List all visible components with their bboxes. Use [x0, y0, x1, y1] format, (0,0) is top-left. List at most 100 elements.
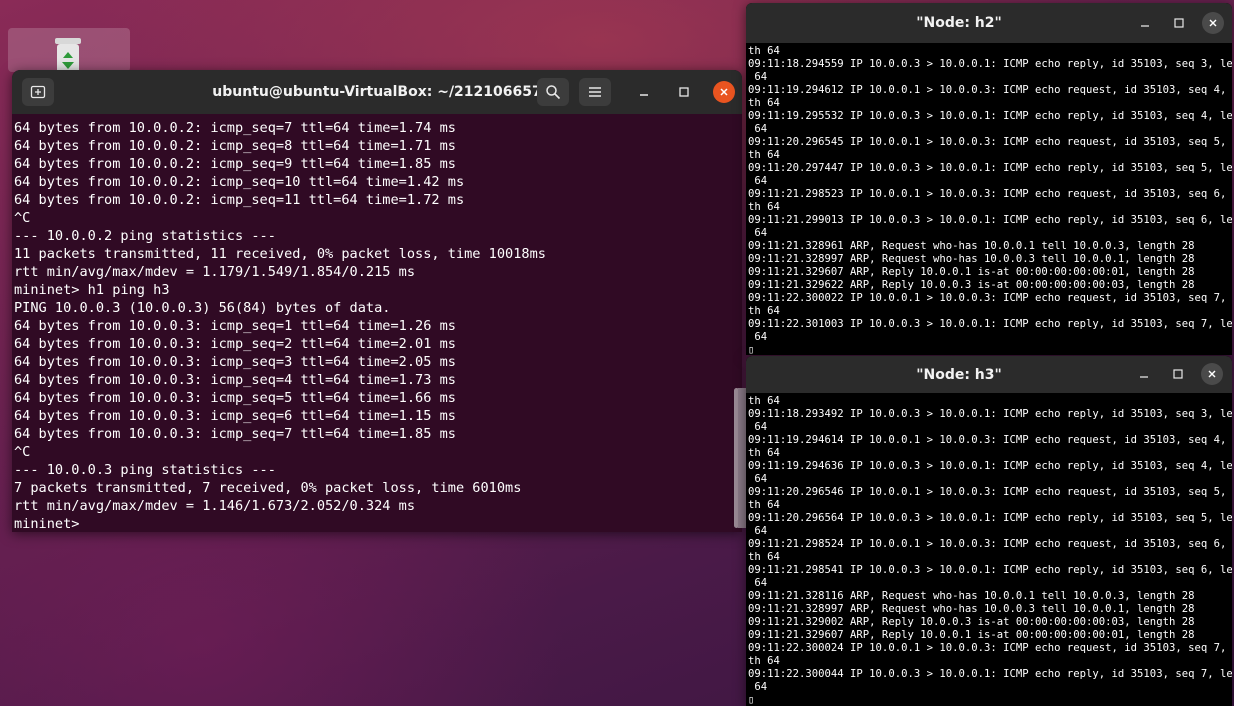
terminal-line: 09:11:21.328997 ARP, Request who-has 10.…: [748, 603, 1195, 615]
terminal-line: 09:11:21.329002 ARP, Reply 10.0.0.3 is-a…: [748, 616, 1195, 628]
node-h2-output[interactable]: th 64 09:11:18.294559 IP 10.0.0.3 > 10.0…: [748, 45, 1232, 355]
terminal-line: 09:11:19.294636 IP 10.0.0.3 > 10.0.0.1: …: [748, 460, 1232, 472]
terminal-line: th 64: [748, 305, 780, 317]
terminal-line: 09:11:19.294614 IP 10.0.0.1 > 10.0.0.3: …: [748, 434, 1232, 446]
terminal-line: ^C: [14, 444, 31, 460]
terminal-line: 64 bytes from 10.0.0.3: icmp_seq=7 ttl=6…: [14, 426, 456, 442]
maximize-button[interactable]: [673, 81, 695, 103]
terminal-line: 09:11:21.328116 ARP, Request who-has 10.…: [748, 590, 1195, 602]
close-icon: [1208, 370, 1216, 378]
desktop: ubuntu@ubuntu-VirtualBox: ~/212106657 64…: [0, 0, 1234, 706]
terminal-line: 64: [748, 123, 768, 135]
node-h3-minimize-button[interactable]: [1133, 363, 1155, 385]
new-tab-button[interactable]: [22, 78, 54, 106]
terminal-line: 09:11:21.298524 IP 10.0.0.1 > 10.0.0.3: …: [748, 538, 1232, 550]
terminal-line: 64 bytes from 10.0.0.3: icmp_seq=3 ttl=6…: [14, 354, 456, 370]
node-h3-maximize-button[interactable]: [1167, 363, 1189, 385]
terminal-line: th 64: [748, 45, 780, 57]
terminal-line: 09:11:22.300044 IP 10.0.0.3 > 10.0.0.1: …: [748, 668, 1232, 680]
terminal-line: 64: [748, 421, 768, 433]
minimize-icon: [1141, 25, 1149, 27]
maximize-icon: [1173, 369, 1183, 379]
terminal-line: 09:11:21.329622 ARP, Reply 10.0.0.3 is-a…: [748, 279, 1195, 291]
main-terminal-titlebar[interactable]: ubuntu@ubuntu-VirtualBox: ~/212106657: [12, 70, 742, 114]
terminal-line: th 64: [748, 447, 780, 459]
terminal-line: th 64: [748, 395, 780, 407]
terminal-line: 09:11:21.328961 ARP, Request who-has 10.…: [748, 240, 1195, 252]
terminal-line: th 64: [748, 97, 780, 109]
terminal-line: 64 bytes from 10.0.0.2: icmp_seq=7 ttl=6…: [14, 120, 456, 136]
main-terminal-window[interactable]: ubuntu@ubuntu-VirtualBox: ~/212106657 64…: [12, 70, 742, 532]
node-h3-title: "Node: h3": [916, 366, 1002, 383]
terminal-line: 09:11:21.329607 ARP, Reply 10.0.0.1 is-a…: [748, 266, 1195, 278]
hamburger-menu-icon: [589, 87, 601, 97]
terminal-line: 09:11:21.298541 IP 10.0.0.3 > 10.0.0.1: …: [748, 564, 1232, 576]
terminal-line: 64: [748, 71, 768, 83]
close-icon: [720, 88, 728, 96]
node-h3-close-button[interactable]: [1201, 363, 1223, 385]
node-h2-titlebar[interactable]: "Node: h2": [746, 3, 1232, 43]
terminal-line: 09:11:19.295532 IP 10.0.0.3 > 10.0.0.1: …: [748, 110, 1232, 122]
terminal-line: 64 bytes from 10.0.0.3: icmp_seq=1 ttl=6…: [14, 318, 456, 334]
maximize-icon: [1174, 18, 1184, 28]
terminal-line: ^C: [14, 210, 31, 226]
terminal-line: 64: [748, 331, 768, 343]
minimize-icon: [640, 94, 648, 96]
terminal-line: 09:11:22.300024 IP 10.0.0.1 > 10.0.0.3: …: [748, 642, 1232, 654]
terminal-line: --- 10.0.0.3 ping statistics ---: [14, 462, 276, 478]
main-terminal-output[interactable]: 64 bytes from 10.0.0.2: icmp_seq=7 ttl=6…: [14, 119, 734, 532]
terminal-line: th 64: [748, 201, 780, 213]
terminal-line: 09:11:18.293492 IP 10.0.0.3 > 10.0.0.1: …: [748, 408, 1232, 420]
terminal-line: 64: [748, 175, 768, 187]
node-h2-title: "Node: h2": [916, 15, 1002, 31]
terminal-line: th 64: [748, 655, 780, 667]
new-tab-icon: [30, 85, 46, 99]
terminal-line: 64 bytes from 10.0.0.2: icmp_seq=8 ttl=6…: [14, 138, 456, 154]
minimize-icon: [1140, 376, 1148, 378]
window-edge-strip: [738, 388, 746, 528]
terminal-line: 09:11:22.300022 IP 10.0.0.1 > 10.0.0.3: …: [748, 292, 1232, 304]
terminal-line: 09:11:18.294559 IP 10.0.0.3 > 10.0.0.1: …: [748, 58, 1232, 70]
terminal-line: 64 bytes from 10.0.0.3: icmp_seq=4 ttl=6…: [14, 372, 456, 388]
terminal-line: 09:11:19.294612 IP 10.0.0.1 > 10.0.0.3: …: [748, 84, 1232, 96]
terminal-line: 09:11:21.328997 ARP, Request who-has 10.…: [748, 253, 1195, 265]
terminal-line: mininet>: [14, 516, 88, 532]
terminal-line: 64: [748, 525, 768, 537]
terminal-line: 09:11:20.296564 IP 10.0.0.3 > 10.0.0.1: …: [748, 512, 1232, 524]
terminal-line: PING 10.0.0.3 (10.0.0.3) 56(84) bytes of…: [14, 300, 391, 316]
node-h3-titlebar[interactable]: "Node: h3": [746, 356, 1232, 393]
terminal-line: 09:11:20.296546 IP 10.0.0.1 > 10.0.0.3: …: [748, 486, 1232, 498]
terminal-line: 64: [748, 227, 768, 239]
terminal-line: 09:11:21.298523 IP 10.0.0.1 > 10.0.0.3: …: [748, 188, 1232, 200]
node-h2-minimize-button[interactable]: [1134, 12, 1156, 34]
node-h3-window[interactable]: "Node: h3" th 64 09:11:18.293492 IP 10.0…: [746, 356, 1232, 706]
terminal-line: 64: [748, 473, 768, 485]
terminal-line: 64 bytes from 10.0.0.2: icmp_seq=9 ttl=6…: [14, 156, 456, 172]
close-button[interactable]: [713, 81, 735, 103]
minimize-button[interactable]: [633, 81, 655, 103]
terminal-line: rtt min/avg/max/mdev = 1.179/1.549/1.854…: [14, 264, 416, 280]
search-button[interactable]: [537, 78, 569, 106]
node-h3-output[interactable]: th 64 09:11:18.293492 IP 10.0.0.3 > 10.0…: [748, 395, 1232, 706]
node-h2-window[interactable]: "Node: h2" th 64 09:11:18.294559 IP 10.0…: [746, 3, 1232, 355]
terminal-line: 09:11:22.301003 IP 10.0.0.3 > 10.0.0.1: …: [748, 318, 1232, 330]
node-h2-maximize-button[interactable]: [1168, 12, 1190, 34]
search-icon: [546, 85, 561, 100]
terminal-line: --- 10.0.0.2 ping statistics ---: [14, 228, 276, 244]
terminal-line: 64: [748, 577, 768, 589]
terminal-line: th 64: [748, 499, 780, 511]
terminal-line: 64 bytes from 10.0.0.2: icmp_seq=10 ttl=…: [14, 174, 465, 190]
maximize-icon: [679, 87, 689, 97]
terminal-line: mininet> h1 ping h3: [14, 282, 170, 298]
menu-button[interactable]: [579, 78, 611, 106]
terminal-line: 64 bytes from 10.0.0.3: icmp_seq=6 ttl=6…: [14, 408, 456, 424]
terminal-line: rtt min/avg/max/mdev = 1.146/1.673/2.052…: [14, 498, 416, 514]
terminal-line: 09:11:21.299013 IP 10.0.0.3 > 10.0.0.1: …: [748, 214, 1232, 226]
terminal-line: 09:11:20.296545 IP 10.0.0.1 > 10.0.0.3: …: [748, 136, 1232, 148]
terminal-line: 7 packets transmitted, 7 received, 0% pa…: [14, 480, 522, 496]
terminal-line: ▯: [748, 344, 755, 355]
terminal-line: 09:11:21.329607 ARP, Reply 10.0.0.1 is-a…: [748, 629, 1195, 641]
node-h2-close-button[interactable]: [1202, 12, 1224, 34]
terminal-line: 64 bytes from 10.0.0.2: icmp_seq=11 ttl=…: [14, 192, 465, 208]
terminal-line: ▯: [748, 694, 755, 706]
